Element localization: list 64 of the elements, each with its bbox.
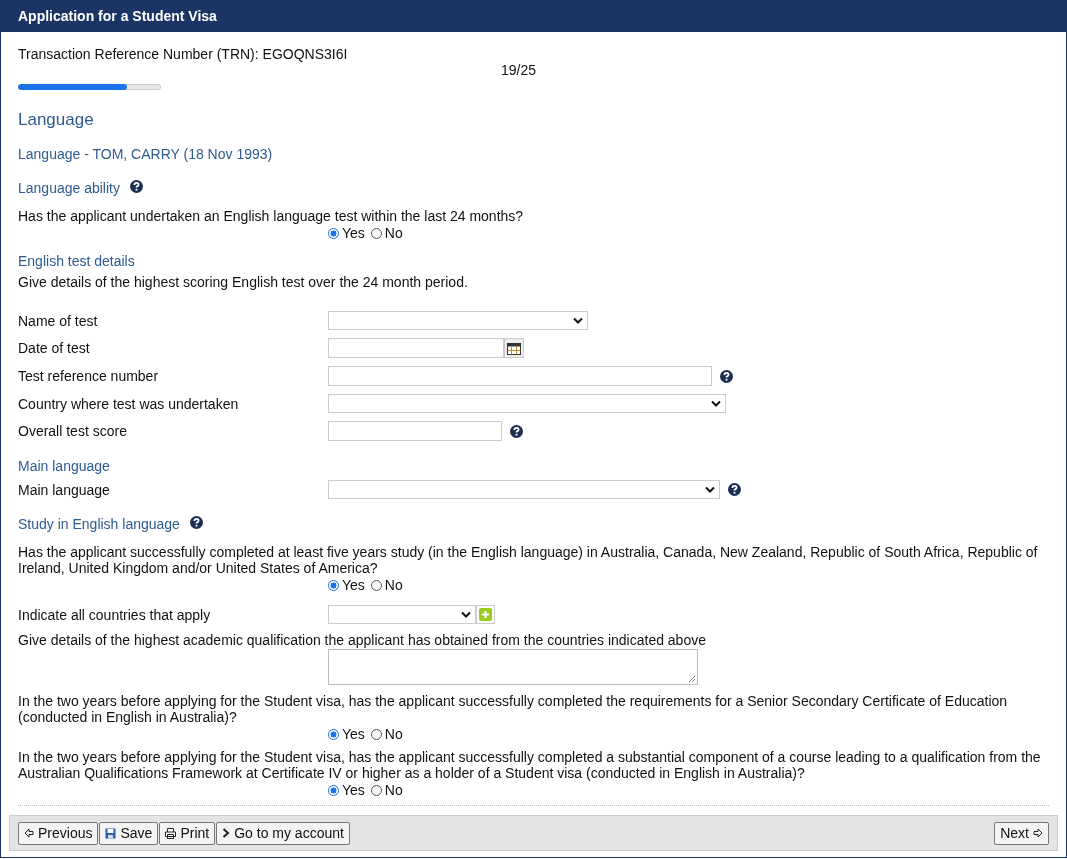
applicant-heading: Language - TOM, CARRY (18 Nov 1993) [18,146,273,162]
arrow-right-icon [1033,828,1043,838]
section-title: Main language [18,458,110,474]
account-button[interactable]: Go to my account [216,821,350,845]
radio-button[interactable] [328,784,339,796]
radio-option[interactable]: No [370,577,403,593]
section-title: English test details [18,253,135,269]
reference-number-text: Transaction Reference Number (TRN): EGOQNS3I6I [18,46,348,62]
text-field[interactable] [328,366,712,386]
question-text: Has the applicant undertaken an English language test within the last 24 months? [18,208,525,224]
window-title: Application for a Student Visa [1,0,1066,32]
radio-button[interactable] [370,579,382,591]
radio-button[interactable] [328,579,339,591]
radio-option[interactable]: Yes [328,225,365,241]
question-text: In the two years before applying for the Student visa, has the applicant successfully completed a substantial component of a course leading to a qualification from the Australian Qualifications Framework at Certificate IV or higher as a holder of a Student visa (conducted in English in Australia)? [18,749,1042,781]
print-button[interactable]: Print [159,821,216,845]
field-label: Overall test score [18,423,128,439]
text-field[interactable] [328,421,502,441]
instruction-text: Give details of the highest scoring English test over the 24 month period. [18,274,468,290]
question-text: In the two years before applying for the Student visa, has the applicant successfully completed the requirements for a Senior Secondary Certificate of Education (conducted in English in Australia)? [18,693,1009,725]
section-title: Language ability [18,180,120,196]
field-label: Give details of the highest academic qualification the applicant has obtained from the countries indicated above [18,632,707,648]
progress-reading: 19/25 [500,62,537,78]
help-icon[interactable] [720,369,733,383]
radio-option[interactable]: No [370,225,403,241]
radio-button[interactable] [370,728,382,740]
arrow-left-icon [24,828,34,838]
dropdown-field[interactable] [328,394,726,413]
radio-button[interactable] [370,784,382,796]
calendar-button[interactable] [504,338,524,358]
save-button[interactable]: Save [99,821,159,845]
field-label: Indicate all countries that apply [18,606,212,623]
date-field[interactable] [328,338,504,358]
chevron-right-icon [222,828,231,838]
dropdown-field[interactable] [328,605,476,624]
next-button[interactable]: Next [994,821,1049,845]
field-label: Date of test [18,340,91,356]
field-label: Test reference number [18,368,160,384]
resize-grip-icon [688,675,695,682]
plus-icon [479,608,492,621]
question-text: Has the applicant successfully completed at least five years study (in the English language) in Australia, Canada, New Zealand, Republic of South Africa, Republic of Ireland, United Kingdom and/or United States of America? [18,544,1039,576]
radio-button[interactable] [328,227,339,239]
previous-button[interactable]: Previous [18,821,99,845]
section-title: Study in English language [18,516,180,532]
help-icon[interactable] [189,516,203,529]
dropdown-field[interactable] [328,480,720,499]
radio-button[interactable] [370,227,382,239]
radio-option[interactable]: No [370,726,403,742]
help-icon[interactable] [510,424,523,438]
radio-option[interactable]: Yes [328,577,365,593]
floppy-icon [105,827,117,839]
help-icon[interactable] [728,483,741,496]
radio-option[interactable]: No [370,782,403,798]
radio-option[interactable]: Yes [328,782,365,798]
field-label: Main language [18,481,111,498]
section-heading: Language [18,110,94,130]
radio-button[interactable] [328,728,339,740]
field-label: Name of test [18,312,99,329]
help-icon[interactable] [130,180,143,193]
radio-option[interactable]: Yes [328,726,365,742]
printer-icon [165,827,177,839]
calendar-icon [507,341,521,355]
dropdown-field[interactable] [328,311,588,330]
field-label: Country where test was undertaken [18,395,240,412]
